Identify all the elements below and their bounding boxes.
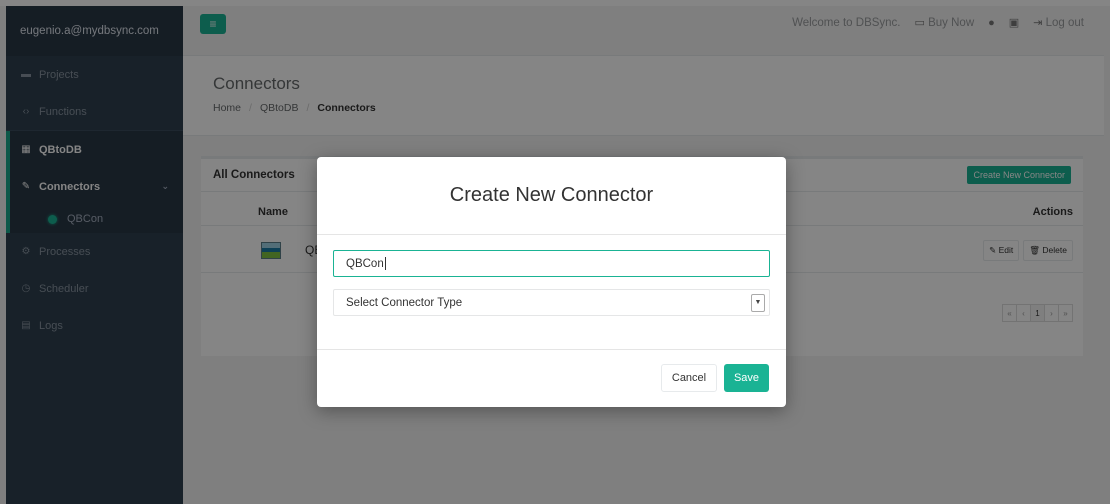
save-button[interactable]: Save xyxy=(724,364,769,392)
connector-type-placeholder: Select Connector Type xyxy=(346,296,463,309)
connector-name-input[interactable]: QBCon xyxy=(333,250,770,277)
text-caret xyxy=(384,257,386,270)
chevron-down-icon: ▼ xyxy=(751,293,765,312)
modal-header: Create New Connector xyxy=(317,157,786,235)
create-connector-modal: Create New Connector QBCon Select Connec… xyxy=(317,157,786,407)
modal-title: Create New Connector xyxy=(449,184,654,206)
connector-name-value: QBCon xyxy=(346,257,384,270)
connector-type-select[interactable]: Select Connector Type ▼ xyxy=(333,289,770,316)
modal-body: QBCon Select Connector Type ▼ xyxy=(317,235,786,348)
modal-footer: Cancel Save xyxy=(317,349,786,407)
cancel-button[interactable]: Cancel xyxy=(661,364,717,392)
